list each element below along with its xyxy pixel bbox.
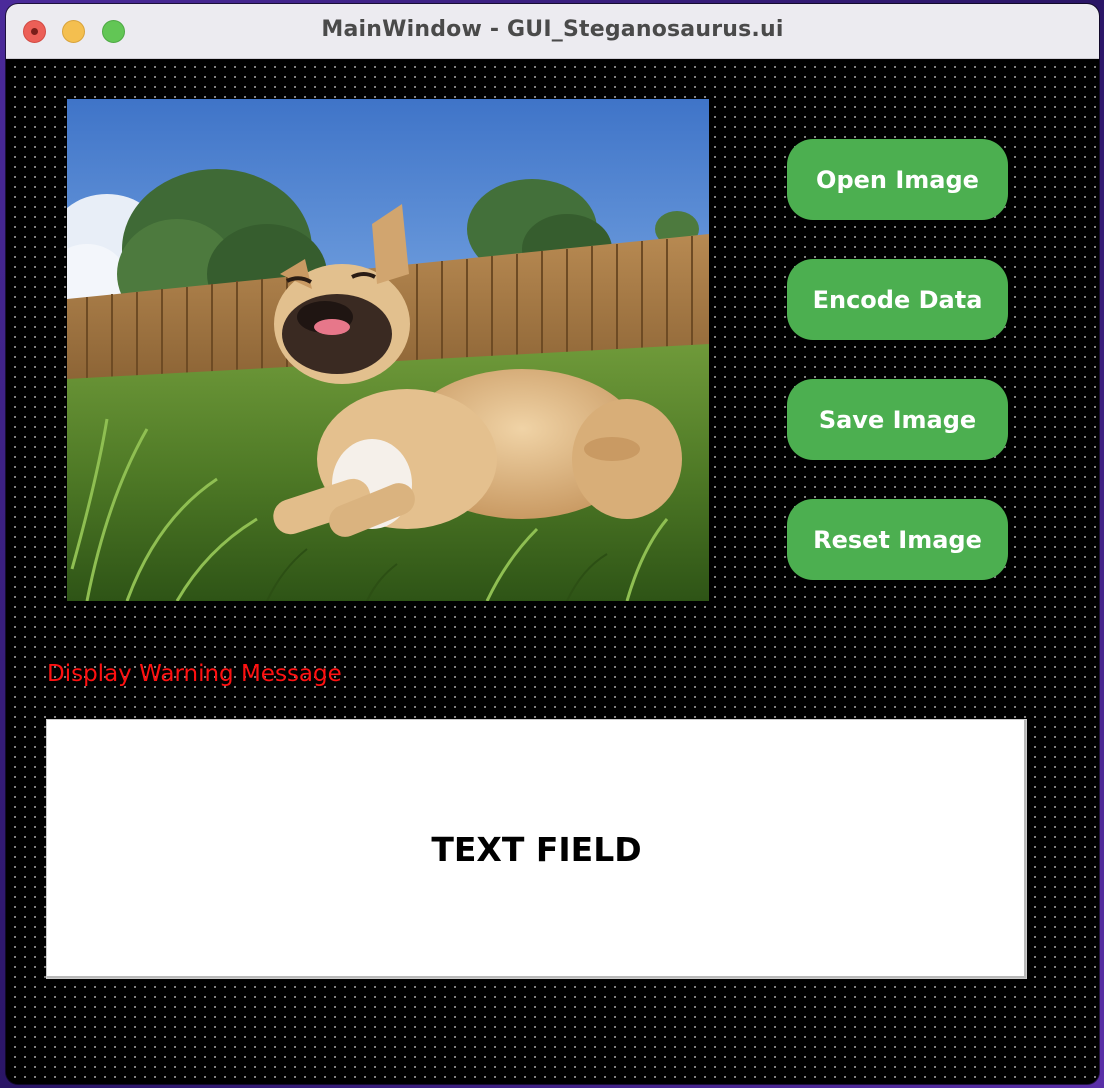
save-image-button[interactable]: Save Image (787, 379, 1008, 460)
encode-data-button[interactable]: Encode Data (787, 259, 1008, 340)
dog-photo-image (67, 99, 709, 601)
image-display (67, 99, 709, 601)
title-bar[interactable]: MainWindow - GUI_Steganosaurus.ui (6, 4, 1099, 59)
window-title: MainWindow - GUI_Steganosaurus.ui (321, 17, 784, 42)
main-window: MainWindow - GUI_Steganosaurus.ui Open I… (6, 4, 1099, 1084)
reset-image-button[interactable]: Reset Image (787, 499, 1008, 580)
open-image-button[interactable]: Open Image (787, 139, 1008, 220)
text-field[interactable]: TEXT FIELD (46, 719, 1027, 979)
designer-canvas: Open Image Encode Data Save Image Reset … (6, 59, 1099, 1084)
warning-message: Display Warning Message (47, 661, 342, 687)
text-field-label: TEXT FIELD (431, 829, 642, 869)
